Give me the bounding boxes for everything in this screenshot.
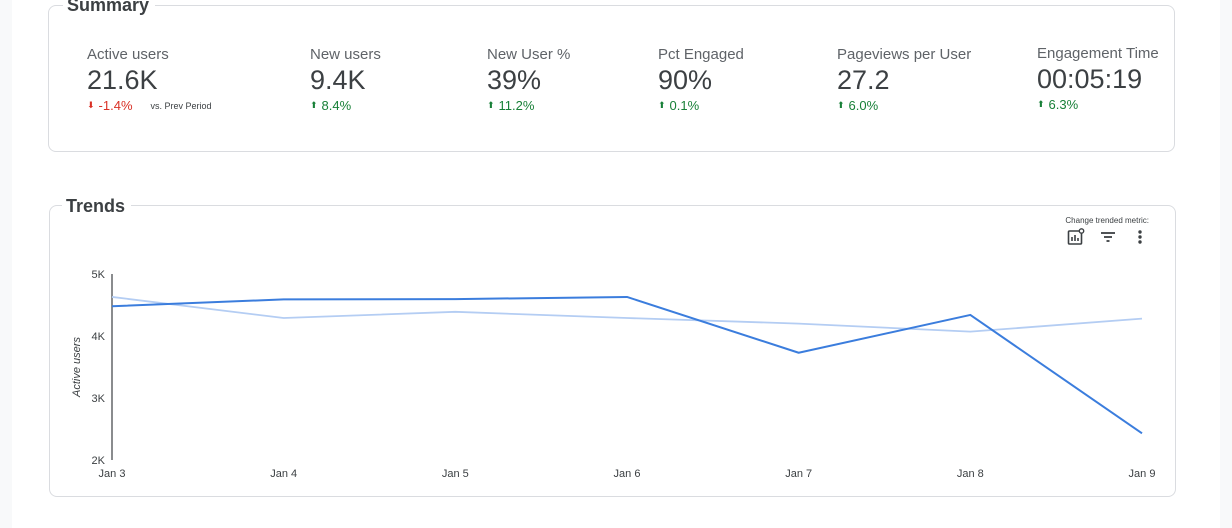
x-tick-label: Jan 9	[1129, 468, 1156, 480]
metric-value: 39%	[487, 65, 542, 95]
metric-active-users: Active users 21.6K ⬇ -1.4% vs. Prev Peri…	[87, 46, 212, 113]
metric-change-value: 11.2%	[498, 98, 535, 113]
x-tick-label: Jan 3	[99, 468, 126, 480]
metric-new-users: New users 9.4K ⬆ 8.4%	[310, 46, 381, 113]
metric-label: Active users	[87, 46, 169, 63]
x-tick-label: Jan 7	[785, 468, 812, 480]
metric-label: New User %	[487, 46, 571, 63]
trends-panel: Trends Change trended metric: 2K 3K 4K 5…	[49, 195, 1176, 497]
y-tick-label: 4K	[92, 331, 106, 343]
metric-pct-engaged: Pct Engaged 90% ⬆ 0.1%	[658, 46, 744, 113]
metric-change-value: -1.4%	[98, 98, 133, 113]
x-tick-label: Jan 4	[270, 468, 297, 480]
metric-change: ⬇ -1.4% vs. Prev Period	[87, 98, 212, 113]
metric-change-value: 8.4%	[321, 98, 352, 113]
metric-change: ⬆ 8.4%	[310, 98, 381, 113]
y-tick-label: 2K	[92, 455, 106, 467]
y-axis-title: Active users	[71, 337, 83, 398]
metric-label: Engagement Time	[1037, 45, 1159, 62]
metric-engagement-time: Engagement Time 00:05:19 ⬆ 6.3%	[1037, 45, 1159, 112]
arrow-up-icon: ⬆	[1037, 99, 1045, 109]
metric-pageviews-per-user: Pageviews per User 27.2 ⬆ 6.0%	[837, 46, 971, 113]
metric-label: Pct Engaged	[658, 46, 744, 63]
metric-value: 90%	[658, 65, 713, 95]
x-tick-label: Jan 5	[442, 468, 469, 480]
arrow-up-icon: ⬆	[487, 100, 495, 110]
summary-title: Summary	[63, 0, 156, 18]
metric-change: ⬆ 11.2%	[487, 98, 570, 113]
metric-label: Pageviews per User	[837, 46, 972, 63]
metric-value: 27.2	[837, 65, 890, 95]
arrow-up-icon: ⬆	[310, 100, 318, 110]
arrow-up-icon: ⬆	[658, 100, 666, 110]
summary-panel: Summary Active users 21.6K ⬇ -1.4% vs. P…	[48, 0, 1175, 152]
y-tick-label: 5K	[92, 269, 106, 281]
metric-new-user-pct: New User % 39% ⬆ 11.2%	[487, 46, 570, 113]
metric-change: ⬆ 6.3%	[1037, 97, 1159, 112]
arrow-up-icon: ⬆	[837, 100, 845, 110]
metric-value: 9.4K	[310, 65, 366, 95]
arrow-down-icon: ⬇	[87, 100, 95, 110]
metric-change: ⬆ 0.1%	[658, 98, 744, 113]
x-tick-label: Jan 6	[614, 468, 641, 480]
y-tick-label: 3K	[92, 393, 106, 405]
vs-prev-period-label: vs. Prev Period	[150, 100, 212, 111]
metric-change: ⬆ 6.0%	[837, 98, 971, 113]
metric-value: 00:05:19	[1037, 64, 1143, 94]
metric-change-value: 0.1%	[669, 98, 700, 113]
trends-line-chart: 2K 3K 4K 5K Jan 3 Jan 4 Jan 5 Jan 6 Jan 7 Jan 8 Ja…	[71, 269, 1156, 480]
x-tick-label: Jan 8	[957, 468, 984, 480]
metric-value: 21.6K	[87, 65, 158, 95]
metric-change-value: 6.3%	[1048, 97, 1079, 112]
metric-label: New users	[310, 46, 381, 63]
metric-change-value: 6.0%	[848, 98, 879, 113]
